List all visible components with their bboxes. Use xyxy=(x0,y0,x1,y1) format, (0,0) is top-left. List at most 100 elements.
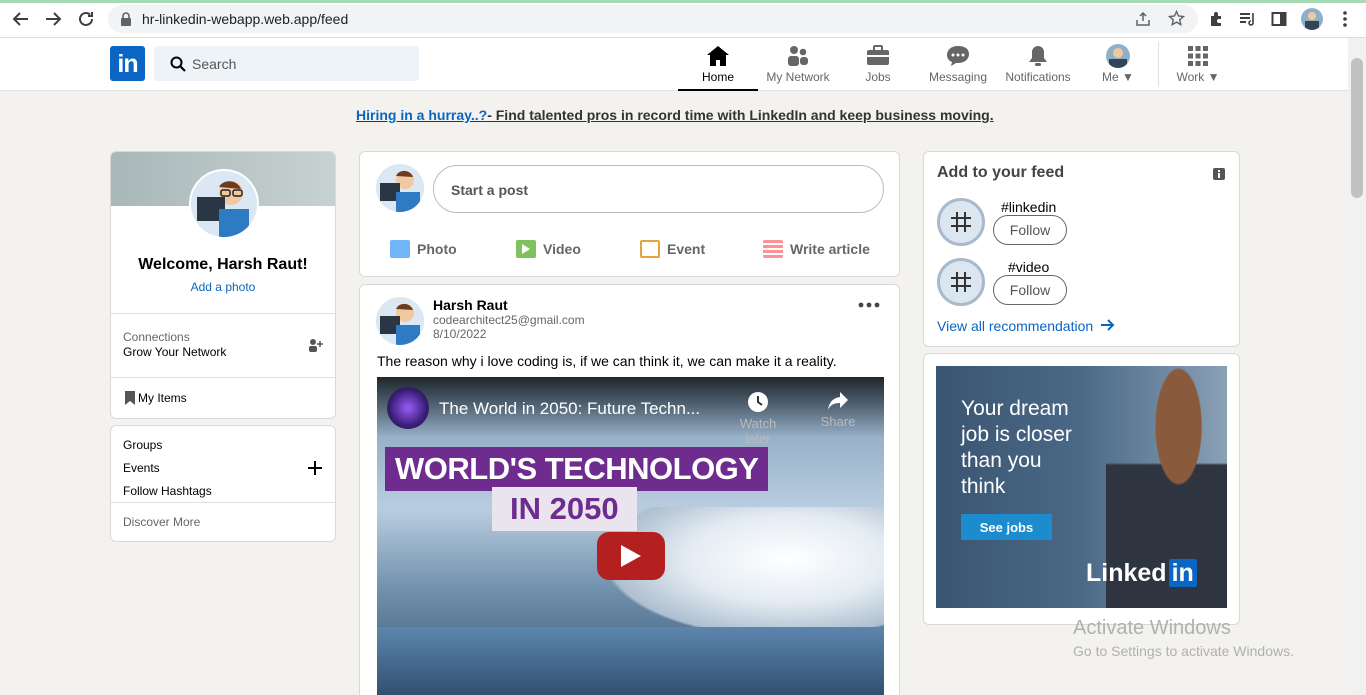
video-thumbnail-water xyxy=(377,627,884,695)
post-author-name[interactable]: Harsh Raut xyxy=(433,297,508,313)
share-arrow-icon xyxy=(828,392,848,410)
post-author-avatar[interactable] xyxy=(376,297,424,345)
video-icon xyxy=(516,240,536,258)
nav-messaging[interactable]: Messaging xyxy=(922,38,994,91)
post-body: The reason why i love coding is, if we c… xyxy=(377,353,837,369)
caret-down-icon: ▼ xyxy=(1118,70,1134,84)
follow-hashtags-link[interactable]: Follow Hashtags xyxy=(123,484,212,498)
nav-label: Jobs xyxy=(865,70,891,84)
watch-later-button[interactable]: Watch later xyxy=(733,391,783,446)
linkedin-brand-logo: Linked in xyxy=(1086,559,1197,588)
video-title[interactable]: The World in 2050: Future Techn... xyxy=(439,399,700,419)
nav-jobs[interactable]: Jobs xyxy=(850,38,906,91)
share-button[interactable]: Share xyxy=(813,391,863,429)
add-to-feed-card: Add to your feed #linkedin Follow #video… xyxy=(923,151,1240,347)
search-placeholder: Search xyxy=(192,56,237,72)
ad-card: Your dream job is closer than you think … xyxy=(923,353,1240,625)
star-icon[interactable] xyxy=(1167,9,1186,32)
nav-label: Home xyxy=(701,70,734,84)
event-button[interactable]: Event xyxy=(640,240,705,258)
ad-text: Your dream job is closer than you think xyxy=(961,397,1072,498)
photo-icon xyxy=(390,240,410,258)
profile-card: Welcome, Harsh Raut! Add a photo Connect… xyxy=(110,151,336,419)
clock-icon xyxy=(748,392,768,412)
nav-label: Messaging xyxy=(928,70,988,84)
address-bar[interactable]: hr-linkedin-webapp.web.app/feed xyxy=(108,5,1198,33)
hashtag-icon xyxy=(937,198,985,246)
reading-list-icon[interactable] xyxy=(1237,8,1259,30)
follow-button[interactable]: Follow xyxy=(993,275,1067,305)
info-icon[interactable] xyxy=(1213,167,1225,185)
thumbnail-headline-2: IN 2050 xyxy=(492,487,637,531)
article-icon xyxy=(763,240,783,258)
start-post-input[interactable]: Start a post xyxy=(433,165,884,213)
discover-more-link[interactable]: Discover More xyxy=(123,515,200,529)
hashtag-name[interactable]: #video xyxy=(1008,259,1049,275)
play-button[interactable] xyxy=(597,532,665,580)
grid-icon xyxy=(1186,44,1210,68)
extensions-icon[interactable] xyxy=(1205,8,1227,30)
feed-card-title: Add to your feed xyxy=(937,164,1065,181)
add-connection-icon[interactable] xyxy=(308,338,324,357)
nav-label: Notifications xyxy=(1005,70,1071,84)
linkedin-logo[interactable]: in xyxy=(110,46,145,81)
scrollbar-thumb[interactable] xyxy=(1351,58,1363,198)
view-all-recommendation-link[interactable]: View all recommendation xyxy=(937,318,1115,334)
events-link[interactable]: Events xyxy=(123,461,160,475)
bookmark-icon xyxy=(125,391,135,410)
menu-icon[interactable] xyxy=(1334,8,1356,30)
nav-work[interactable]: Work ▼ xyxy=(1170,38,1226,91)
share-icon[interactable] xyxy=(1135,11,1151,32)
follow-button[interactable]: Follow xyxy=(993,215,1067,245)
caret-down-icon: ▼ xyxy=(1204,70,1220,84)
side-links-card: Groups Events Follow Hashtags Discover M… xyxy=(110,425,336,542)
profile-icon[interactable] xyxy=(1301,8,1323,30)
messaging-icon xyxy=(946,44,970,68)
nav-me[interactable]: Me ▼ xyxy=(1096,38,1140,91)
nav-home[interactable]: Home xyxy=(678,38,758,91)
hashtag-name[interactable]: #linkedin xyxy=(1001,199,1056,215)
nav-notifications[interactable]: Notifications xyxy=(1000,38,1076,91)
more-options-icon[interactable] xyxy=(858,295,880,313)
bell-icon xyxy=(1026,44,1050,68)
profile-avatar[interactable] xyxy=(189,169,259,239)
forward-icon[interactable] xyxy=(42,8,64,30)
back-icon[interactable] xyxy=(10,8,32,30)
home-icon xyxy=(706,44,730,68)
hiring-link[interactable]: Hiring in a hurray..? xyxy=(356,107,487,123)
post-author-email: codearchitect25@gmail.com xyxy=(433,313,585,327)
side-panel-icon[interactable] xyxy=(1268,8,1290,30)
banner-text: - Find talented pros in record time with… xyxy=(487,107,994,123)
grow-network-link[interactable]: Grow Your Network xyxy=(123,345,226,359)
hashtag-icon xyxy=(937,258,985,306)
search-input[interactable]: Search xyxy=(154,46,419,81)
job-ad-banner[interactable]: Your dream job is closer than you think … xyxy=(936,366,1227,608)
arrow-right-icon xyxy=(1101,319,1115,331)
see-jobs-button[interactable]: See jobs xyxy=(961,514,1052,540)
video-button[interactable]: Video xyxy=(516,240,581,258)
welcome-text: Welcome, Harsh Raut! xyxy=(138,256,308,273)
channel-avatar[interactable] xyxy=(387,387,429,429)
post-composer: Start a post Photo Video Event Write art… xyxy=(359,151,900,277)
page-scrollbar[interactable] xyxy=(1348,38,1366,695)
video-player[interactable]: The World in 2050: Future Techn... Watch… xyxy=(377,377,884,695)
composer-avatar xyxy=(376,164,424,212)
feed-post: Harsh Raut codearchitect25@gmail.com 8/1… xyxy=(359,284,900,695)
calendar-icon xyxy=(640,240,660,258)
avatar xyxy=(1106,44,1130,68)
nav-label-me: Me ▼ xyxy=(1102,70,1134,84)
connections-label: Connections xyxy=(123,330,190,344)
add-photo-link[interactable]: Add a photo xyxy=(111,280,335,294)
search-icon xyxy=(170,56,186,77)
write-article-button[interactable]: Write article xyxy=(763,240,870,258)
nav-label: My Network xyxy=(766,70,830,84)
photo-button[interactable]: Photo xyxy=(390,240,457,258)
groups-link[interactable]: Groups xyxy=(123,438,162,452)
plus-icon[interactable] xyxy=(308,461,322,480)
lock-icon[interactable] xyxy=(120,12,132,31)
my-items-link[interactable]: My Items xyxy=(138,391,187,405)
reload-icon[interactable] xyxy=(75,8,97,30)
nav-my-network[interactable]: My Network xyxy=(760,38,836,91)
post-date: 8/10/2022 xyxy=(433,327,487,341)
nav-label-work: Work ▼ xyxy=(1176,70,1220,84)
